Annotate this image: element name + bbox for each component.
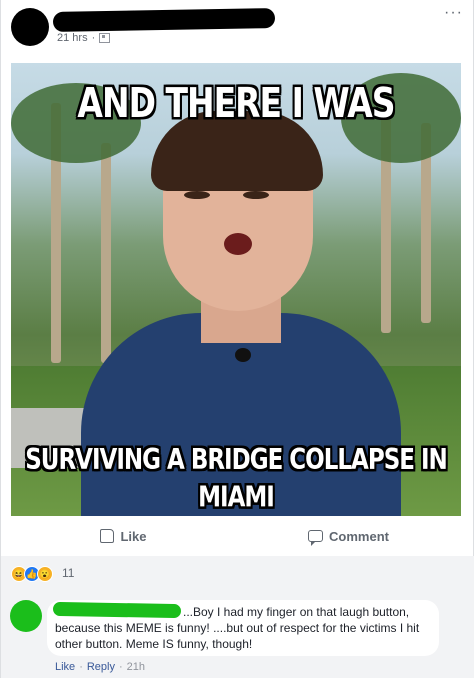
comment-icon	[308, 530, 324, 546]
comment-like-link[interactable]: Like	[55, 661, 75, 673]
lapel-mic	[235, 348, 251, 362]
commenter-avatar-redacted[interactable]	[10, 600, 42, 632]
comment-section: ...Boy I had my finger on that laugh but…	[0, 590, 474, 678]
post-meta: 21 hrs ·	[57, 32, 111, 44]
comment-actions: Like · Reply · 21h	[55, 661, 146, 673]
wow-reaction-icon: 😮	[37, 566, 53, 582]
comment-button[interactable]: Comment	[236, 520, 461, 552]
meme-top-caption: AND THERE I WAS	[77, 78, 395, 127]
comment-label: Comment	[329, 528, 389, 544]
comment-reply-link[interactable]: Reply	[87, 661, 115, 673]
palm-trunk	[101, 143, 111, 363]
post-timestamp[interactable]: 21 hrs	[57, 32, 88, 44]
reaction-icons: 😆 👍 😮	[11, 566, 53, 582]
post-card: 21 hrs · ··· AND THERE I WAS SURVIVING A…	[0, 0, 474, 557]
meme-image[interactable]: AND THERE I WAS SURVIVING A BRIDGE COLLA…	[11, 63, 461, 516]
reaction-count[interactable]: 11	[62, 566, 74, 580]
reactions-bar[interactable]: 😆 👍 😮 11	[0, 556, 474, 590]
meme-bottom-caption: SURVIVING A BRIDGE COLLAPSE IN MIAMI	[25, 444, 448, 514]
thumbs-up-icon	[100, 529, 115, 543]
like-button[interactable]: Like	[11, 520, 236, 552]
more-options-icon[interactable]: ···	[444, 4, 463, 22]
like-label: Like	[120, 528, 147, 544]
comment-timestamp[interactable]: 21h	[127, 661, 145, 673]
person-eye	[243, 191, 269, 199]
post-header: 21 hrs · ···	[1, 0, 474, 58]
author-avatar-redacted[interactable]	[11, 8, 49, 46]
comment-text: ...Boy I had my finger on that laugh but…	[55, 605, 420, 651]
person-eye	[184, 191, 210, 199]
author-name-redacted[interactable]	[52, 8, 276, 32]
post-actions: Like Comment	[11, 520, 461, 552]
person-mouth	[224, 233, 252, 255]
friends-icon[interactable]	[99, 33, 111, 43]
